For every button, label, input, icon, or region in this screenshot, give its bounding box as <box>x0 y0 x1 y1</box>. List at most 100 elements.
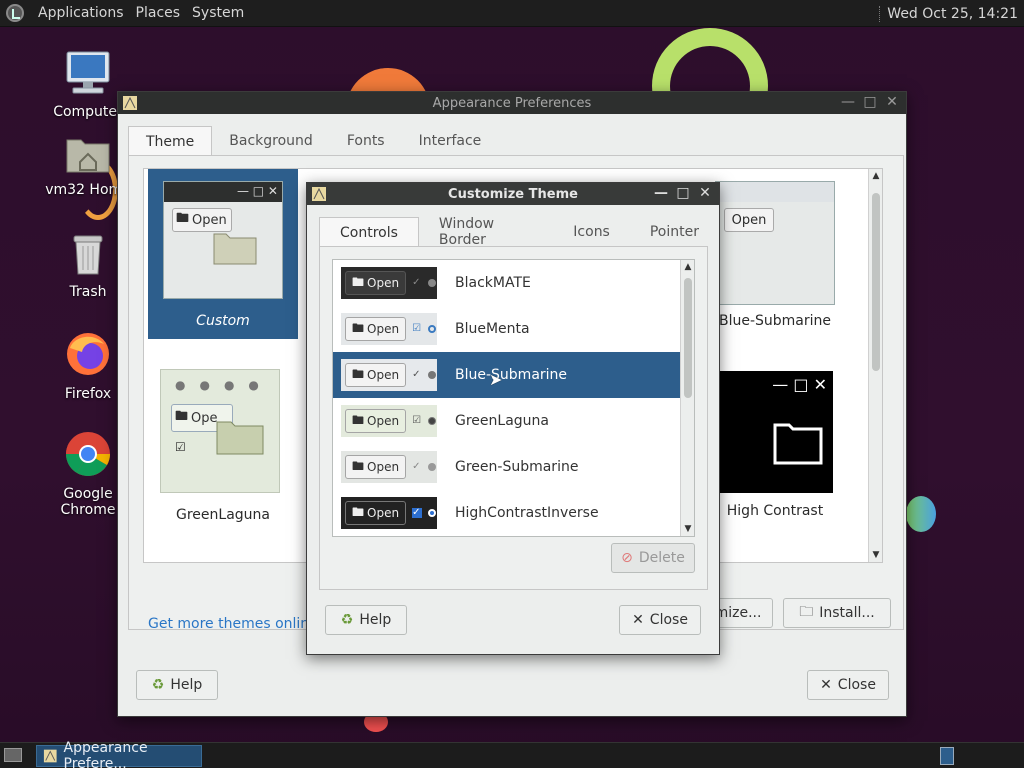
theme-card-high-contrast[interactable]: — □ ✕ High Contrast <box>700 369 850 519</box>
tab-theme[interactable]: Theme <box>128 126 213 156</box>
theme-name: Blue-Submarine <box>455 367 568 383</box>
workspace-switcher-icon[interactable] <box>940 747 954 765</box>
maximize-icon[interactable]: □ <box>862 94 878 110</box>
delete-label: Delete <box>638 550 685 566</box>
list-scrollbar[interactable]: ▲ ▼ <box>680 260 694 536</box>
close-label: Close <box>649 612 688 628</box>
preview-radio-icon <box>428 325 437 333</box>
list-item[interactable]: 🖿 Open ✓ Green-Submarine <box>333 444 680 490</box>
preview-folder-icon <box>773 423 823 465</box>
preview-open-label: Open <box>367 368 400 382</box>
list-item[interactable]: 🖿 Open ✓ Blue-Submarine ➤ <box>333 352 680 398</box>
dialog-help-button[interactable]: ♻ Help <box>325 605 407 635</box>
list-item[interactable]: 🖿 Open ☑ BlueMenta <box>333 306 680 352</box>
theme-card-greenlaguna[interactable]: ●●●● 🖿 Ope ☑ GreenLaguna <box>160 369 286 523</box>
clock[interactable]: Wed Oct 25, 14:21 <box>879 0 1018 27</box>
folder-icon: 🖿 <box>352 412 365 427</box>
show-desktop-icon[interactable] <box>4 748 22 762</box>
theme-name: Green-Submarine <box>455 459 579 475</box>
preview-open-label: Open <box>367 322 400 336</box>
tab-pointer[interactable]: Pointer <box>630 217 719 247</box>
taskbar-button-appearance[interactable]: Appearance Prefere... <box>36 740 202 768</box>
close-icon[interactable]: ✕ <box>697 185 713 201</box>
preview-checkbox-icon: ☑ <box>175 440 186 454</box>
dialog-titlebar[interactable]: Customize Theme — □ ✕ <box>307 183 719 205</box>
theme-name: GreenLaguna <box>455 413 549 429</box>
theme-preview: 🖿 Open ✓ <box>341 451 437 483</box>
folder-icon: 🖿 <box>175 409 189 424</box>
close-icon: ✕ <box>632 612 644 628</box>
list-item[interactable]: 🖿 Open ✓ HighContrastInverse <box>333 490 680 536</box>
preview-open-button: 🖿 Open <box>345 501 407 525</box>
theme-card-custom[interactable]: — □ ✕ 🖿 Open Custom <box>148 169 298 339</box>
maximize-icon[interactable]: □ <box>675 185 691 201</box>
theme-name: HighContrastInverse <box>455 505 599 521</box>
customize-tabs: Controls Window Border Icons Pointer <box>319 216 719 248</box>
dialog-close-button[interactable]: ✕ Close <box>619 605 701 635</box>
preview-open-button: 🖿 Open <box>345 317 407 341</box>
minimize-icon[interactable]: — <box>653 185 669 201</box>
scroll-up-icon[interactable]: ▲ <box>683 262 693 272</box>
tab-window-border[interactable]: Window Border <box>419 216 553 248</box>
folder-icon: 🖿 <box>352 504 365 519</box>
close-icon[interactable]: ✕ <box>884 94 900 110</box>
preview-open-button: 🖿 Open <box>345 271 407 295</box>
theme-name: BlackMATE <box>455 275 531 291</box>
theme-preview: Open <box>715 181 835 305</box>
theme-preview: — □ ✕ 🖿 Open <box>163 181 283 299</box>
help-button[interactable]: ♻ Help <box>136 670 218 700</box>
preview-open-label: Open <box>367 414 400 428</box>
tab-interface[interactable]: Interface <box>402 126 499 156</box>
theme-grid-scrollbar[interactable]: ▲ ▼ <box>868 169 882 562</box>
mate-logo-icon[interactable] <box>6 4 24 22</box>
preview-open-button: 🖿 Open <box>345 455 407 479</box>
theme-preview: ●●●● 🖿 Ope ☑ <box>160 369 280 493</box>
preview-check-icon: ☑ <box>412 323 422 334</box>
dialog-title: Customize Theme <box>448 186 578 202</box>
list-item[interactable]: 🖿 Open ☑ GreenLaguna <box>333 398 680 444</box>
theme-preview: — □ ✕ <box>715 369 835 495</box>
window-titlebar[interactable]: Appearance Preferences — □ ✕ <box>118 92 906 114</box>
preview-folder-icon <box>216 421 264 455</box>
theme-preview: 🖿 Open ☑ <box>341 313 437 345</box>
preview-open-label: Open <box>367 506 400 520</box>
tab-fonts[interactable]: Fonts <box>330 126 402 156</box>
folder-icon: 🖿 <box>176 211 190 226</box>
menu-system[interactable]: System <box>192 5 244 21</box>
minimize-icon[interactable]: — <box>840 94 856 110</box>
help-icon: ♻ <box>151 677 165 693</box>
home-folder-icon <box>66 139 110 173</box>
panel-separator <box>879 5 881 22</box>
scrollbar-thumb[interactable] <box>872 193 880 371</box>
preview-open-label: Open <box>367 276 400 290</box>
trash-icon <box>73 235 103 275</box>
bottom-panel: Appearance Prefere... <box>0 740 1024 768</box>
menu-applications[interactable]: Applications <box>38 5 124 21</box>
preview-window-controls-icon: ●●●● <box>175 378 273 392</box>
package-icon: 🗀 <box>799 604 814 620</box>
tab-icons[interactable]: Icons <box>553 217 630 247</box>
scroll-down-icon[interactable]: ▼ <box>871 550 881 560</box>
menu-places[interactable]: Places <box>136 5 181 21</box>
appearance-app-icon <box>123 96 137 110</box>
clock-label[interactable]: Wed Oct 25, 14:21 <box>887 6 1018 22</box>
preview-open-button: 🖿 Open <box>345 363 407 387</box>
scroll-up-icon[interactable]: ▲ <box>871 171 881 181</box>
tab-controls[interactable]: Controls <box>319 217 419 247</box>
scrollbar-thumb[interactable] <box>684 278 692 398</box>
delete-button[interactable]: ⊘ Delete <box>611 543 695 573</box>
install-label: Install... <box>819 605 875 621</box>
preview-check-icon: ✓ <box>412 461 421 472</box>
preview-open-button: Open <box>724 208 774 232</box>
appearance-tabs: Theme Background Fonts Interface <box>128 126 498 156</box>
list-item[interactable]: 🖿 Open ✓ BlackMATE <box>333 260 680 306</box>
scroll-down-icon[interactable]: ▼ <box>683 524 693 534</box>
install-button[interactable]: 🗀 Install... <box>783 598 891 628</box>
close-button[interactable]: ✕ Close <box>807 670 889 700</box>
theme-card-blue-submarine[interactable]: Open Blue-Submarine <box>700 181 850 341</box>
tab-background[interactable]: Background <box>212 126 330 156</box>
get-more-themes-link[interactable]: Get more themes online <box>148 616 318 632</box>
appearance-app-icon <box>43 749 57 763</box>
theme-name: BlueMenta <box>455 321 530 337</box>
preview-radio-icon <box>428 371 437 379</box>
